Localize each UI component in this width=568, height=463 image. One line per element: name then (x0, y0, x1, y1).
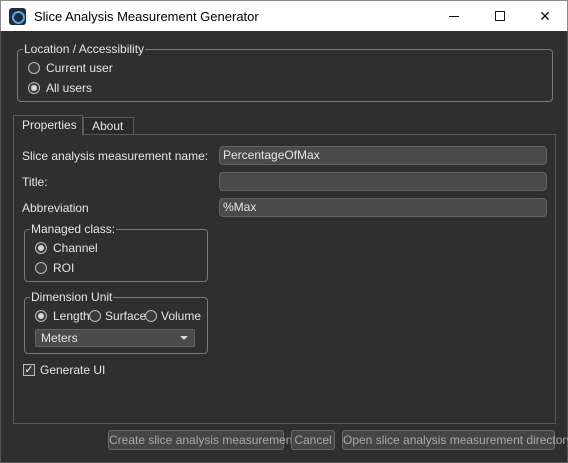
managed-class-group: Managed class: Channel ROI (24, 222, 208, 282)
radio-length[interactable]: Length (35, 309, 90, 323)
dimension-unit-group: Dimension Unit Length Surface Volume Met… (24, 290, 208, 354)
checkmark-icon: ✓ (24, 363, 34, 376)
app-icon (9, 8, 26, 25)
name-label: Slice analysis measurement name: (22, 149, 209, 163)
maximize-button[interactable] (477, 1, 523, 31)
unit-select-value: Meters (41, 331, 78, 345)
properties-panel: Slice analysis measurement name: Percent… (13, 134, 556, 424)
chevron-down-icon (180, 336, 188, 340)
open-directory-button[interactable]: Open slice analysis measurement director… (342, 430, 568, 450)
radio-label: All users (46, 81, 93, 95)
minimize-button[interactable] (431, 1, 477, 31)
radio-indicator (28, 62, 40, 74)
name-field[interactable]: PercentageOfMax (219, 146, 547, 165)
location-group: Location / Accessibility Current user Al… (17, 42, 553, 102)
radio-all-users[interactable]: All users (28, 81, 92, 95)
radio-roi[interactable]: ROI (35, 261, 74, 275)
tab-label: About (92, 119, 124, 133)
radio-label: Volume (161, 309, 202, 323)
radio-indicator (145, 310, 157, 322)
window-title: Slice Analysis Measurement Generator (34, 9, 259, 24)
title-label: Title: (22, 175, 48, 189)
abbreviation-field[interactable]: %Max (219, 198, 547, 217)
radio-channel[interactable]: Channel (35, 241, 98, 255)
abbreviation-label: Abbreviation (22, 201, 89, 215)
generate-ui-label: Generate UI (40, 363, 106, 377)
minimize-icon (449, 15, 459, 17)
unit-select[interactable]: Meters (35, 329, 195, 347)
radio-current-user[interactable]: Current user (28, 61, 113, 75)
radio-label: Channel (53, 241, 98, 255)
create-measurement-button[interactable]: Create slice analysis measurement (108, 430, 296, 450)
tab-properties[interactable]: Properties (13, 115, 83, 136)
title-bar: Slice Analysis Measurement Generator ✕ (0, 0, 568, 31)
radio-label: ROI (53, 261, 75, 275)
radio-indicator (35, 242, 47, 254)
dimension-unit-legend: Dimension Unit (30, 290, 114, 304)
radio-volume[interactable]: Volume (145, 309, 201, 323)
radio-indicator (28, 82, 40, 94)
tab-label: Properties (22, 118, 77, 132)
dialog-body: Location / Accessibility Current user Al… (0, 31, 568, 463)
radio-surface[interactable]: Surface (89, 309, 146, 323)
radio-indicator (35, 262, 47, 274)
generate-ui-checkbox[interactable]: ✓ (23, 364, 35, 376)
title-field[interactable] (219, 172, 547, 191)
radio-label: Surface (105, 309, 147, 323)
radio-indicator (35, 310, 47, 322)
close-button[interactable]: ✕ (522, 1, 568, 31)
radio-label: Length (53, 309, 90, 323)
managed-class-legend: Managed class: (30, 222, 117, 236)
radio-label: Current user (46, 61, 113, 75)
location-legend: Location / Accessibility (23, 42, 146, 56)
tab-about[interactable]: About (83, 117, 134, 135)
radio-indicator (89, 310, 101, 322)
cancel-button[interactable]: Cancel (291, 430, 335, 450)
maximize-icon (495, 11, 505, 21)
close-icon: ✕ (539, 7, 551, 24)
